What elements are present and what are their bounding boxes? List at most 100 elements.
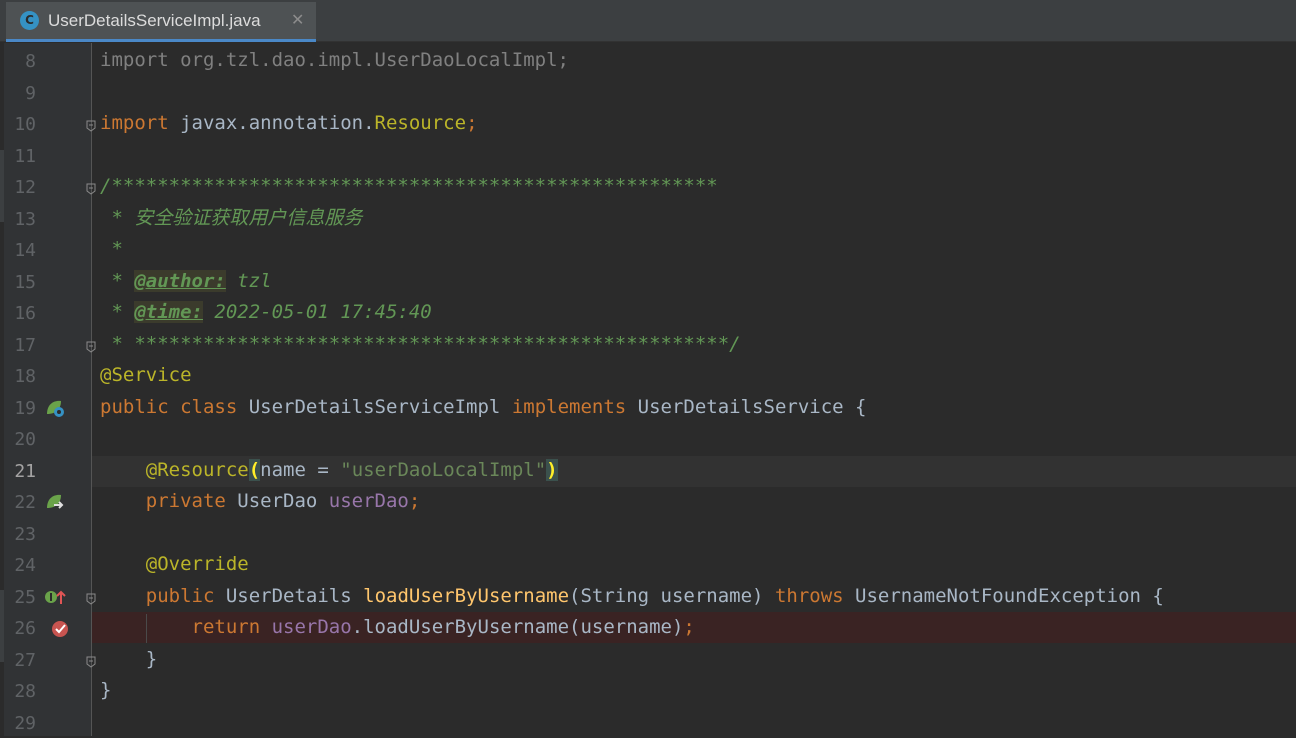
code-line-12[interactable]: 12 /*************************************… — [0, 171, 1296, 202]
code-line-20[interactable]: 20 — [0, 423, 1296, 454]
line-number[interactable]: 28 — [4, 681, 36, 702]
spring-autowired-icon[interactable] — [44, 492, 66, 516]
line-number[interactable]: 13 — [4, 209, 36, 230]
code-token: tzl — [225, 269, 272, 292]
line-number[interactable]: 17 — [4, 335, 36, 356]
code-token: * 安全验证获取用户信息服务 — [100, 206, 363, 229]
line-number[interactable]: 23 — [4, 524, 36, 545]
code-token: * — [100, 238, 123, 260]
line-number[interactable]: 18 — [4, 366, 36, 387]
fold-marker-icon[interactable] — [86, 338, 96, 353]
close-icon[interactable]: ✕ — [291, 10, 304, 29]
code-line-10[interactable]: 10 import javax.annotation.Resource; — [0, 108, 1296, 139]
code-text[interactable]: import org.tzl.dao.impl.UserDaoLocalImpl… — [100, 49, 569, 71]
code-line-21[interactable]: 21 @Resource(name = "userDaoLocalImpl") — [0, 455, 1296, 486]
code-line-19[interactable]: 19 public class UserDetailsServiceImpl im… — [0, 392, 1296, 423]
line-number[interactable]: 24 — [4, 555, 36, 576]
code-text[interactable]: * — [100, 238, 123, 260]
code-token: userDao — [328, 490, 409, 512]
code-text[interactable]: @Service — [100, 364, 192, 386]
line-number[interactable]: 15 — [4, 272, 36, 293]
code-line-9[interactable]: 9 — [0, 77, 1296, 108]
code-text[interactable]: @Resource(name = "userDaoLocalImpl") — [100, 458, 558, 481]
code-line-14[interactable]: 14 * — [0, 234, 1296, 265]
code-line-8[interactable]: 8 import org.tzl.dao.impl.UserDaoLocalImp… — [0, 45, 1296, 76]
code-line-25[interactable]: 25 public UserDetails loadUserByUsername… — [0, 581, 1296, 612]
code-line-24[interactable]: 24 @Override — [0, 549, 1296, 580]
code-text[interactable]: * @author: tzl — [100, 269, 272, 292]
spring-bean-icon[interactable] — [44, 398, 66, 422]
code-text[interactable]: * **************************************… — [100, 332, 741, 355]
line-number[interactable]: 22 — [4, 492, 36, 513]
code-line-16[interactable]: 16 * @time: 2022-05-01 17:45:40 — [0, 297, 1296, 328]
code-line-29[interactable]: 29 — [0, 707, 1296, 738]
implements-method-icon[interactable] — [44, 587, 68, 611]
line-number[interactable]: 25 — [4, 587, 36, 608]
line-number[interactable]: 16 — [4, 303, 36, 324]
code-text[interactable]: @Override — [100, 553, 249, 575]
line-number[interactable]: 9 — [4, 83, 36, 104]
code-line-27[interactable]: 27 } — [0, 644, 1296, 675]
line-number[interactable]: 12 — [4, 177, 36, 198]
fold-marker-icon[interactable] — [86, 117, 96, 132]
code-token: UserDetails — [225, 584, 364, 607]
code-text[interactable]: public class UserDetailsServiceImpl impl… — [100, 396, 866, 418]
code-line-26[interactable]: 26 return userDao.loadUserByUsername(use… — [0, 612, 1296, 643]
code-token: javax.annotation. — [180, 112, 375, 134]
code-token: * **************************************… — [100, 332, 741, 355]
code-line-23[interactable]: 23 — [0, 518, 1296, 549]
line-number[interactable]: 10 — [4, 114, 36, 135]
line-number[interactable]: 11 — [4, 146, 36, 167]
code-text[interactable]: /***************************************… — [100, 175, 718, 197]
editor-tab-bar: C UserDetailsServiceImpl.java ✕ — [0, 0, 1296, 42]
code-token: UserDetailsServiceImpl — [248, 395, 512, 418]
code-token: .loadUserByUsername(username) — [351, 616, 684, 638]
fold-marker-icon[interactable] — [86, 653, 96, 668]
code-text[interactable]: return userDao.loadUserByUsername(userna… — [100, 616, 695, 638]
code-text[interactable]: public UserDetails loadUserByUsername(St… — [100, 585, 1164, 607]
code-line-13[interactable]: 13 * 安全验证获取用户信息服务 — [0, 203, 1296, 234]
code-token: ; — [408, 490, 421, 512]
code-line-17[interactable]: 17 * ***********************************… — [0, 329, 1296, 360]
code-token: UserDetailsService { — [637, 395, 867, 418]
fold-marker-icon[interactable] — [86, 590, 96, 605]
code-token: 2022-05-01 17:45:40 — [202, 301, 432, 323]
code-token: * — [100, 301, 135, 323]
code-text[interactable]: * 安全验证获取用户信息服务 — [100, 207, 362, 229]
code-line-18[interactable]: 18 @Service — [0, 360, 1296, 391]
code-token: ) — [546, 458, 558, 481]
tab-userdetailsserviceimpl[interactable]: C UserDetailsServiceImpl.java ✕ — [6, 2, 316, 42]
code-editor[interactable]: 8 import org.tzl.dao.impl.UserDaoLocalImp… — [0, 43, 1296, 736]
line-number[interactable]: 21 — [4, 461, 36, 482]
code-text[interactable]: * @time: 2022-05-01 17:45:40 — [100, 301, 432, 323]
code-text[interactable]: private UserDao userDao; — [100, 490, 421, 512]
code-token: ; — [683, 616, 695, 638]
line-number[interactable]: 8 — [4, 51, 36, 72]
code-token: ( — [248, 458, 261, 481]
line-number[interactable]: 29 — [4, 713, 36, 734]
code-line-11[interactable]: 11 — [0, 140, 1296, 171]
code-line-15[interactable]: 15 * @author: tzl — [0, 266, 1296, 297]
code-line-22[interactable]: 22 private UserDao userDao; — [0, 486, 1296, 517]
code-token: private — [145, 490, 238, 512]
code-text[interactable]: } — [100, 648, 157, 670]
code-token: @Override — [145, 553, 249, 575]
line-number[interactable]: 27 — [4, 650, 36, 671]
line-number[interactable]: 14 — [4, 240, 36, 261]
code-token: @author: — [134, 269, 226, 292]
line-number[interactable]: 26 — [4, 618, 36, 639]
code-token: return — [191, 616, 272, 638]
code-line-28[interactable]: 28} — [0, 675, 1296, 706]
code-token: * — [100, 269, 135, 292]
line-number[interactable]: 19 — [4, 398, 36, 419]
line-number[interactable]: 20 — [4, 429, 36, 450]
code-text[interactable]: import javax.annotation.Resource; — [100, 112, 478, 134]
code-text[interactable]: } — [100, 679, 111, 701]
code-token: /***************************************… — [100, 175, 718, 197]
fold-marker-icon[interactable] — [86, 180, 96, 195]
breakpoint-icon[interactable] — [50, 618, 72, 642]
code-token: public — [145, 584, 226, 607]
